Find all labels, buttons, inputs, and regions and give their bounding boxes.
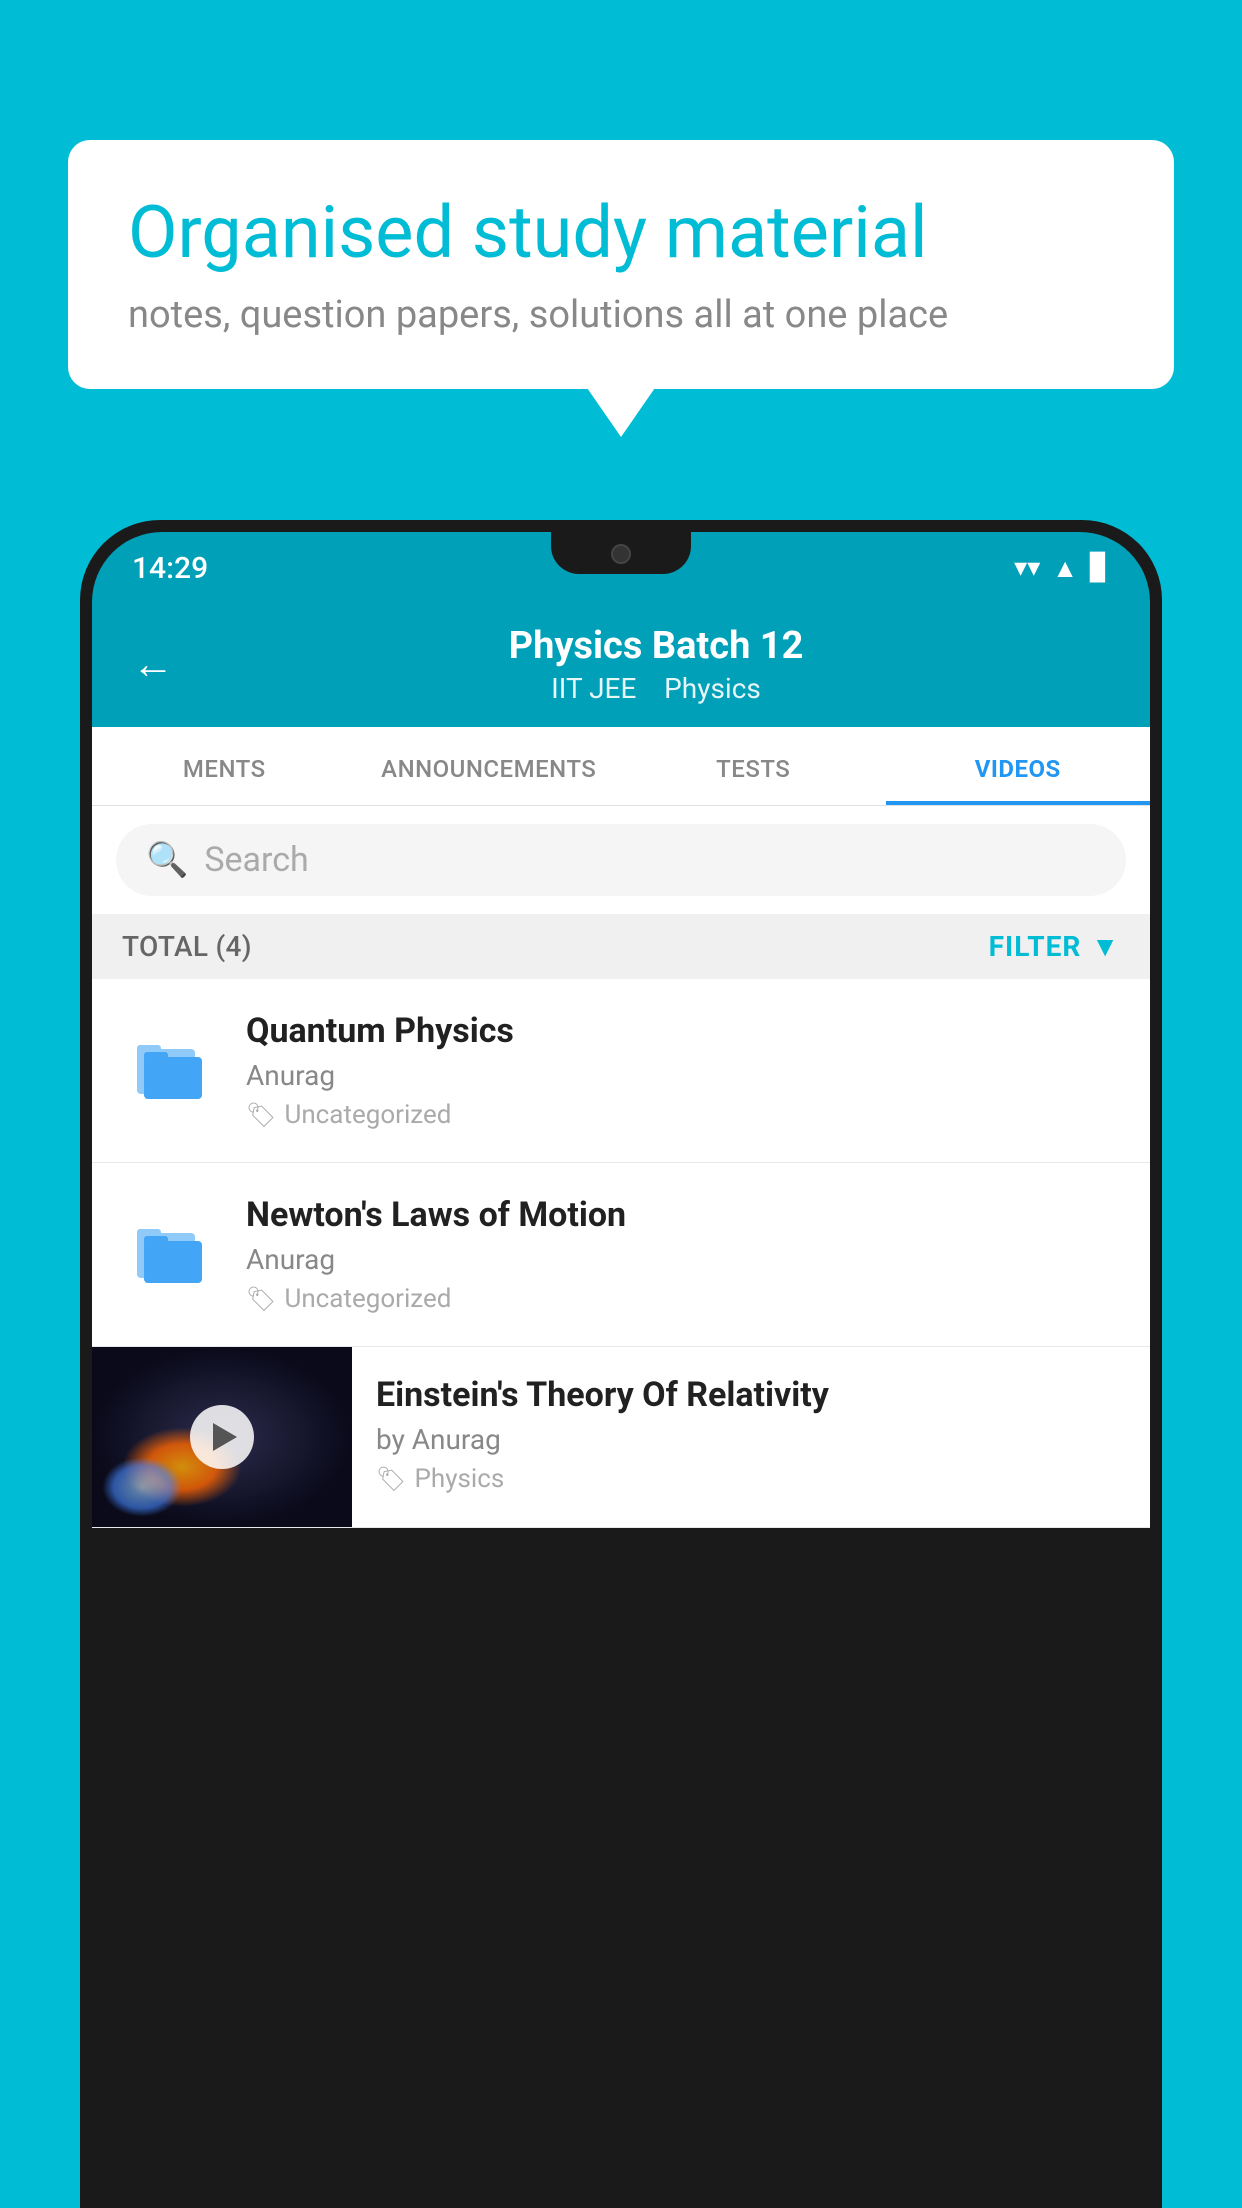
einstein-tag: 🏷 Physics <box>376 1464 1126 1494</box>
header-main-title: Physics Batch 12 <box>202 624 1110 668</box>
bubble-subtitle: notes, question papers, solutions all at… <box>128 293 1114 337</box>
notch <box>551 532 691 574</box>
item-details: Quantum Physics Anurag 🏷 Uncategorized <box>246 1011 1120 1130</box>
video-thumbnail <box>92 1347 352 1527</box>
item-details: Newton's Laws of Motion Anurag 🏷 Uncateg… <box>246 1195 1120 1314</box>
tag-icon: 🏷 <box>246 1285 276 1313</box>
phone-inner: 14:29 ▾▾ ▲ ▊ ← Physics Batch 12 IIT JEE … <box>92 532 1150 2208</box>
tag-icon: 🏷 <box>246 1101 276 1129</box>
search-input-box[interactable]: 🔍 Search <box>116 824 1126 896</box>
header-sub-physics: Physics <box>664 672 761 705</box>
tag-label: Uncategorized <box>284 1284 451 1314</box>
thumbnail-glow2 <box>102 1457 182 1517</box>
status-icons: ▾▾ ▲ ▊ <box>1014 553 1110 584</box>
filter-button[interactable]: FILTER ▼ <box>989 930 1120 963</box>
status-time: 14:29 <box>132 551 208 586</box>
tab-ments[interactable]: MENTS <box>92 727 357 805</box>
content-list: Quantum Physics Anurag 🏷 Uncategorized <box>92 979 1150 1528</box>
list-item[interactable]: Einstein's Theory Of Relativity by Anura… <box>92 1347 1150 1528</box>
folder-icon <box>132 1213 212 1297</box>
einstein-title: Einstein's Theory Of Relativity <box>376 1375 1126 1415</box>
bubble-title: Organised study material <box>128 192 1114 275</box>
item-author: Anurag <box>246 1059 1120 1092</box>
header-sub-titles: IIT JEE Physics <box>202 672 1110 705</box>
wifi-icon: ▾▾ <box>1014 553 1040 583</box>
tag-icon: 🏷 <box>376 1465 406 1493</box>
list-item[interactable]: Quantum Physics Anurag 🏷 Uncategorized <box>92 979 1150 1163</box>
filter-label: FILTER <box>989 930 1082 963</box>
item-tag: 🏷 Uncategorized <box>246 1100 1120 1130</box>
header-sub-iitjee: IIT JEE <box>551 672 636 705</box>
phone-frame: 14:29 ▾▾ ▲ ▊ ← Physics Batch 12 IIT JEE … <box>80 520 1162 2208</box>
filter-funnel-icon: ▼ <box>1091 930 1120 963</box>
speech-bubble-container: Organised study material notes, question… <box>68 140 1174 389</box>
item-icon-box <box>122 1021 222 1121</box>
back-button[interactable]: ← <box>132 640 174 689</box>
item-tag: 🏷 Uncategorized <box>246 1284 1120 1314</box>
speech-bubble: Organised study material notes, question… <box>68 140 1174 389</box>
signal-icon: ▲ <box>1052 553 1078 584</box>
search-icon: 🔍 <box>146 840 188 880</box>
total-label: TOTAL (4) <box>122 930 252 963</box>
app-header: ← Physics Batch 12 IIT JEE Physics <box>92 604 1150 727</box>
play-triangle-icon <box>213 1423 237 1451</box>
einstein-details: Einstein's Theory Of Relativity by Anura… <box>352 1347 1150 1522</box>
item-title: Quantum Physics <box>246 1011 1120 1051</box>
tag-label: Uncategorized <box>284 1100 451 1130</box>
list-item[interactable]: Newton's Laws of Motion Anurag 🏷 Uncateg… <box>92 1163 1150 1347</box>
search-container: 🔍 Search <box>92 806 1150 914</box>
einstein-author: by Anurag <box>376 1423 1126 1456</box>
folder-icon <box>132 1029 212 1113</box>
item-author: Anurag <box>246 1243 1120 1276</box>
tab-announcements[interactable]: ANNOUNCEMENTS <box>357 727 622 805</box>
notch-camera <box>611 544 631 564</box>
item-title: Newton's Laws of Motion <box>246 1195 1120 1235</box>
play-button[interactable] <box>190 1405 254 1469</box>
filter-row: TOTAL (4) FILTER ▼ <box>92 914 1150 979</box>
battery-icon: ▊ <box>1090 553 1110 583</box>
tabs-bar: MENTS ANNOUNCEMENTS TESTS VIDEOS <box>92 727 1150 806</box>
tab-videos[interactable]: VIDEOS <box>886 727 1151 805</box>
tab-tests[interactable]: TESTS <box>621 727 886 805</box>
status-bar: 14:29 ▾▾ ▲ ▊ <box>92 532 1150 604</box>
search-placeholder: Search <box>204 840 308 880</box>
tag-label: Physics <box>414 1464 504 1494</box>
item-icon-box <box>122 1205 222 1305</box>
header-titles: Physics Batch 12 IIT JEE Physics <box>202 624 1110 705</box>
